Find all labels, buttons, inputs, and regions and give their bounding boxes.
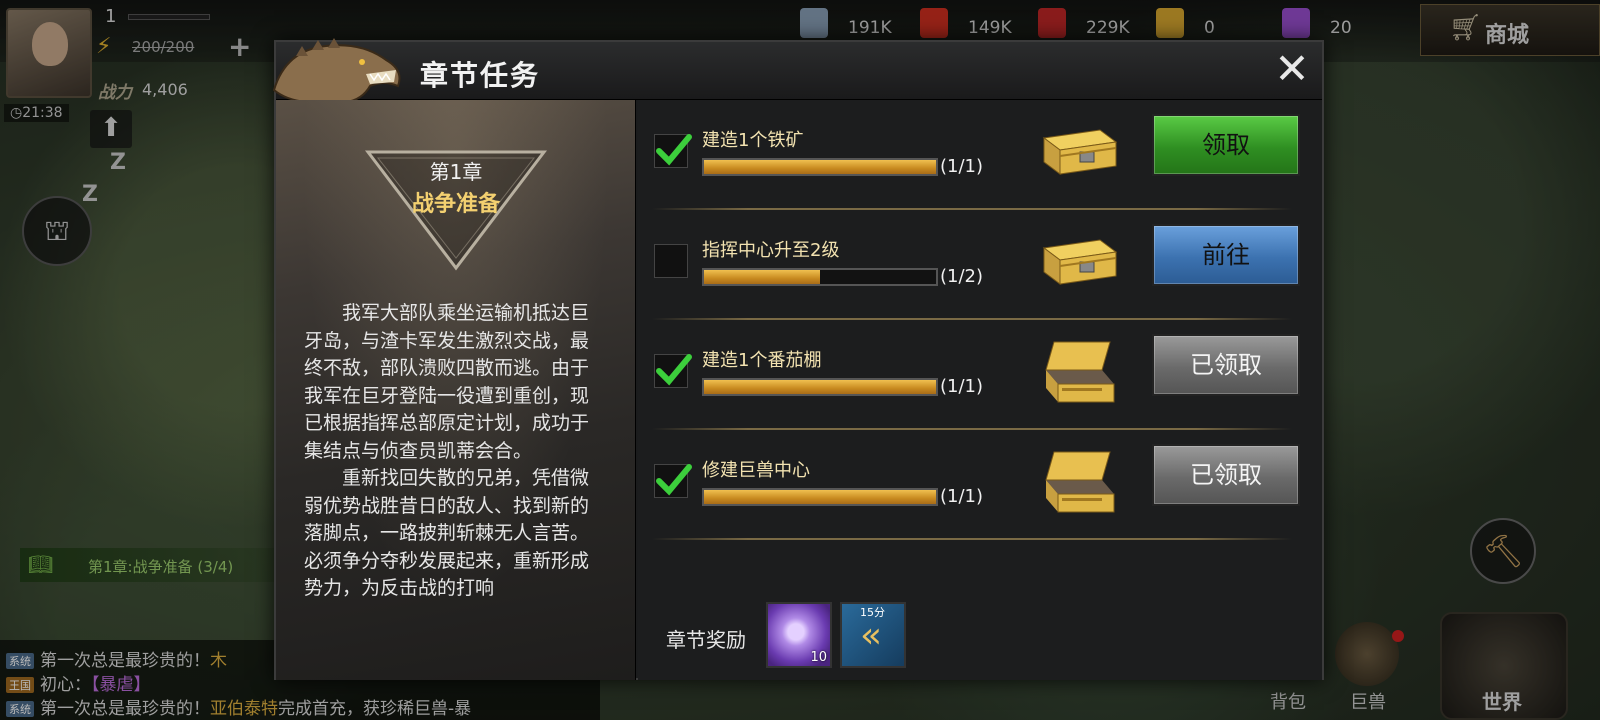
task-progress-bar (702, 268, 938, 286)
task-checkbox (654, 244, 688, 278)
chapter-reward-area: 章节奖励 10 15分 « (638, 602, 1322, 680)
task-progress-text: (1/1) (940, 486, 984, 507)
close-icon[interactable]: ✕ (1272, 48, 1312, 90)
task-progress-fill (704, 270, 820, 284)
task-progress-text: (1/1) (940, 376, 984, 397)
chapter-task-dialog: 章节任务 ✕ 第1章 战争准备 我军大部队乘坐运输机抵达巨牙岛，与渣卡军发生激烈… (272, 38, 1324, 680)
chapter-story-panel: 第1章 战争准备 我军大部队乘坐运输机抵达巨牙岛，与渣卡军发生激烈交战，最终不敌… (276, 100, 636, 680)
reward-label: 章节奖励 (666, 628, 746, 652)
checkmark-icon (656, 354, 692, 386)
task-divider (652, 538, 1292, 540)
task-list-panel: 建造1个铁矿 (1/1) 领取指挥中心升至2级 (1/2) 前往建造1个番茄棚 (1/1)… (638, 100, 1322, 680)
task-progress-bar (702, 488, 938, 506)
task-progress-bar (702, 378, 938, 396)
task-row: 建造1个铁矿 (1/1) 领取 (652, 100, 1302, 210)
task-progress-text: (1/2) (940, 266, 984, 287)
task-progress-fill (704, 160, 936, 174)
chapter-number: 第1章 (429, 160, 483, 184)
chapter-name: 战争准备 (411, 192, 500, 217)
fast-forward-icon: « (860, 615, 883, 656)
task-done-button[interactable]: 已领取 (1152, 444, 1300, 506)
task-progress-fill (704, 490, 936, 504)
task-row: 建造1个番茄棚 (1/1) 已领取 (652, 320, 1302, 430)
task-progress-text: (1/1) (940, 156, 984, 177)
task-name: 指挥中心升至2级 (702, 240, 840, 261)
chest-icon[interactable] (1040, 116, 1120, 184)
dialog-title: 章节任务 (420, 59, 541, 92)
diamond-ore-icon[interactable]: 10 (766, 602, 832, 668)
task-progress-bar (702, 158, 938, 176)
task-name: 建造1个铁矿 (702, 130, 804, 151)
open-chest-icon[interactable] (1040, 336, 1120, 412)
task-claim-button[interactable]: 领取 (1152, 114, 1300, 176)
speedup-icon[interactable]: 15分 « (840, 602, 906, 668)
checkmark-icon (656, 464, 692, 496)
chest-icon[interactable] (1040, 226, 1120, 294)
task-row: 指挥中心升至2级 (1/2) 前往 (652, 210, 1302, 320)
checkmark-icon (656, 134, 692, 166)
task-checkbox (654, 134, 692, 168)
open-chest-icon[interactable] (1040, 446, 1120, 522)
chapter-story-text[interactable]: 我军大部队乘坐运输机抵达巨牙岛，与渣卡军发生激烈交战，最终不敌，部队溃败四散而逃… (304, 300, 604, 603)
task-row: 修建巨兽中心 (1/1) 已领取 (652, 430, 1302, 540)
task-checkbox (654, 354, 692, 388)
task-name: 建造1个番茄棚 (702, 350, 822, 371)
dialog-header: 章节任务 ✕ (272, 38, 1322, 106)
task-name: 修建巨兽中心 (702, 460, 810, 481)
task-checkbox (654, 464, 692, 498)
reward-count: 10 (810, 650, 827, 665)
task-go-button[interactable]: 前往 (1152, 224, 1300, 286)
task-progress-fill (704, 380, 936, 394)
task-done-button[interactable]: 已领取 (1152, 334, 1300, 396)
